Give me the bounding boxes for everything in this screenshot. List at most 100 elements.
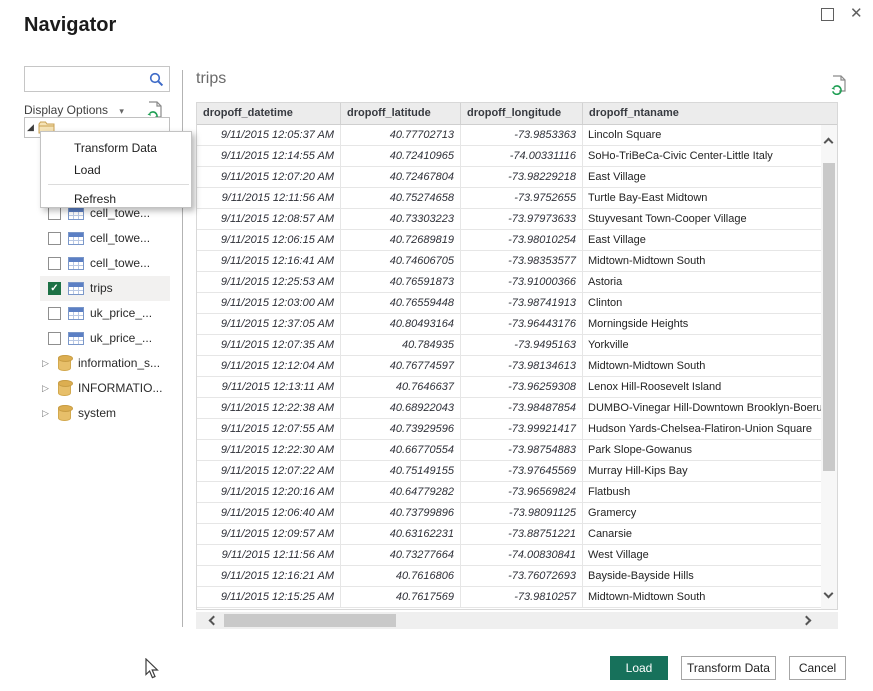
mouse-cursor [145,658,159,679]
chevron-right-icon[interactable]: ▷ [42,358,49,369]
checkbox-unchecked[interactable] [48,257,61,270]
display-options-dropdown[interactable]: Display Options ▾ [24,103,124,117]
cell-dropoff_datetime: 9/11/2015 12:07:55 AM [197,419,341,439]
maximize-icon[interactable] [821,8,834,21]
expanded-triangle-icon[interactable]: ◢ [27,123,34,132]
cell-dropoff_datetime: 9/11/2015 12:05:37 AM [197,125,341,145]
checkbox-unchecked[interactable] [48,232,61,245]
chevron-right-icon[interactable]: ▷ [42,408,49,419]
table-row: 9/11/2015 12:06:40 AM40.73799896-73.9809… [197,503,821,524]
cell-dropoff_longitude: -73.91000366 [461,272,583,292]
cell-dropoff_latitude: 40.72467804 [341,167,461,187]
cell-dropoff_ntaname: East Village [583,230,821,250]
tree-item-label: INFORMATIO... [78,376,162,401]
chevron-down-icon: ▾ [119,106,124,116]
scroll-right-icon[interactable] [802,616,812,626]
sidebar-item-uk-price-1[interactable]: uk_price_... [24,301,174,326]
scroll-up-icon[interactable] [824,138,834,148]
menu-item-transform-data[interactable]: Transform Data [41,137,191,159]
cell-dropoff_ntaname: Astoria [583,272,821,292]
table-row: 9/11/2015 12:07:35 AM40.784935-73.949516… [197,335,821,356]
cell-dropoff_datetime: 9/11/2015 12:08:57 AM [197,209,341,229]
horizontal-scrollbar-thumb[interactable] [224,614,396,627]
cell-dropoff_longitude: -73.9495163 [461,335,583,355]
sidebar-item-information-schema-upper[interactable]: ▷ INFORMATIO... [24,376,174,401]
refresh-preview-icon[interactable] [831,75,848,95]
close-icon[interactable]: ✕ [850,4,863,24]
cell-dropoff_ntaname: Midtown-Midtown South [583,356,821,376]
table-icon [68,307,84,320]
cell-dropoff_latitude: 40.76774597 [341,356,461,376]
table-row: 9/11/2015 12:16:21 AM40.7616806-73.76072… [197,566,821,587]
cell-dropoff_latitude: 40.66770554 [341,440,461,460]
search-input[interactable] [29,68,147,90]
search-icon[interactable] [149,72,164,87]
table-row: 9/11/2015 12:22:30 AM40.66770554-73.9875… [197,440,821,461]
tree-item-label: system [78,401,116,426]
cell-dropoff_ntaname: Turtle Bay-East Midtown [583,188,821,208]
cell-dropoff_longitude: -73.9752655 [461,188,583,208]
checkbox-unchecked[interactable] [48,307,61,320]
table-row: 9/11/2015 12:15:25 AM40.7617569-73.98102… [197,587,821,608]
cell-dropoff_longitude: -73.98229218 [461,167,583,187]
tree-item-label: uk_price_... [90,326,152,351]
search-box [24,66,170,92]
scroll-down-icon[interactable] [824,589,834,599]
cancel-button[interactable]: Cancel [789,656,846,680]
column-header: dropoff_ntaname [583,103,837,124]
checkbox-checked[interactable]: ✓ [48,282,61,295]
cell-dropoff_ntaname: Bayside-Bayside Hills [583,566,821,586]
table-row: 9/11/2015 12:13:11 AM40.7646637-73.96259… [197,377,821,398]
horizontal-scrollbar[interactable] [196,612,838,629]
cell-dropoff_datetime: 9/11/2015 12:16:41 AM [197,251,341,271]
sidebar-item-cell-towers-3[interactable]: cell_towe... [24,251,174,276]
table-icon [68,257,84,270]
checkbox-unchecked[interactable] [48,332,61,345]
scroll-left-icon[interactable] [209,616,219,626]
sidebar-item-uk-price-2[interactable]: uk_price_... [24,326,174,351]
preview-table-body: 9/11/2015 12:05:37 AM40.77702713-73.9853… [197,125,821,608]
cell-dropoff_longitude: -73.98487854 [461,398,583,418]
vertical-scrollbar-thumb[interactable] [823,163,835,471]
transform-data-button[interactable]: Transform Data [681,656,776,680]
load-button[interactable]: Load [610,656,668,680]
table-row: 9/11/2015 12:07:20 AM40.72467804-73.9822… [197,167,821,188]
cell-dropoff_latitude: 40.75274658 [341,188,461,208]
table-row: 9/11/2015 12:11:56 AM40.73277664-74.0083… [197,545,821,566]
cell-dropoff_latitude: 40.72689819 [341,230,461,250]
sidebar-item-trips[interactable]: ✓ trips [24,276,174,301]
cell-dropoff_longitude: -73.97973633 [461,209,583,229]
preview-table-header: dropoff_datetime dropoff_latitude dropof… [197,103,837,125]
preview-title: trips [196,70,226,88]
table-row: 9/11/2015 12:37:05 AM40.80493164-73.9644… [197,314,821,335]
sidebar-item-system[interactable]: ▷ system [24,401,174,426]
cell-dropoff_ntaname: Yorkville [583,335,821,355]
vertical-scrollbar[interactable] [821,125,837,609]
cell-dropoff_latitude: 40.75149155 [341,461,461,481]
cell-dropoff_longitude: -73.88751221 [461,524,583,544]
cell-dropoff_datetime: 9/11/2015 12:07:20 AM [197,167,341,187]
table-row: 9/11/2015 12:11:56 AM40.75274658-73.9752… [197,188,821,209]
cell-dropoff_datetime: 9/11/2015 12:13:11 AM [197,377,341,397]
sidebar-item-cell-towers-2[interactable]: cell_towe... [24,226,174,251]
sidebar-item-information-schema[interactable]: ▷ information_s... [24,351,174,376]
display-options-label: Display Options [24,103,108,117]
menu-item-load[interactable]: Load [41,159,191,181]
table-row: 9/11/2015 12:16:41 AM40.74606705-73.9835… [197,251,821,272]
cell-dropoff_ntaname: Flatbush [583,482,821,502]
chevron-right-icon[interactable]: ▷ [42,383,49,394]
cell-dropoff_ntaname: West Village [583,545,821,565]
database-icon [58,355,71,371]
table-row: 9/11/2015 12:05:37 AM40.77702713-73.9853… [197,125,821,146]
cell-dropoff_datetime: 9/11/2015 12:14:55 AM [197,146,341,166]
cell-dropoff_ntaname: East Village [583,167,821,187]
table-icon [68,282,84,295]
cell-dropoff_latitude: 40.73799896 [341,503,461,523]
cell-dropoff_latitude: 40.73303223 [341,209,461,229]
cell-dropoff_datetime: 9/11/2015 12:22:30 AM [197,440,341,460]
cell-dropoff_longitude: -73.98134613 [461,356,583,376]
cell-dropoff_longitude: -73.9853363 [461,125,583,145]
menu-item-refresh[interactable]: Refresh [41,188,191,210]
table-row: 9/11/2015 12:07:55 AM40.73929596-73.9992… [197,419,821,440]
cell-dropoff_datetime: 9/11/2015 12:15:25 AM [197,587,341,607]
